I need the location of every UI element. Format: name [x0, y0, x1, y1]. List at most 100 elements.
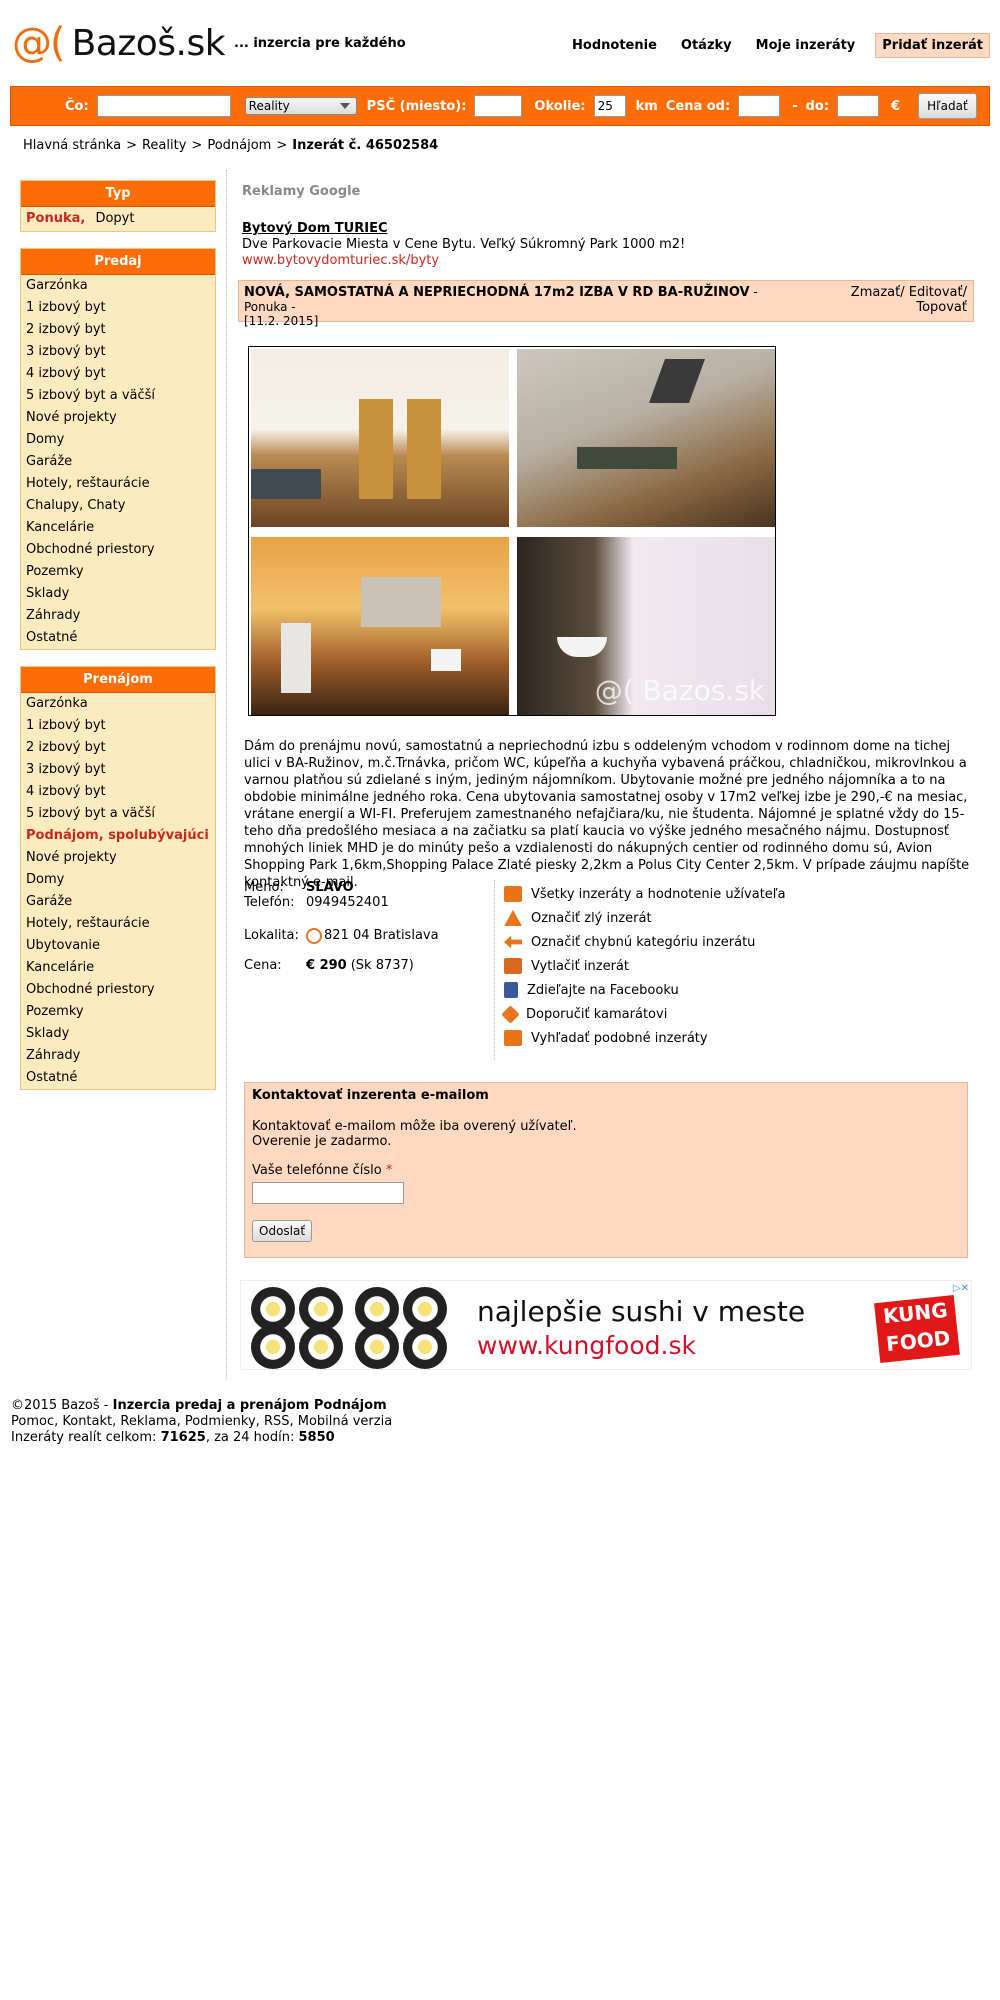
action-report-listing[interactable]: Označiť zlý inzerát: [504, 906, 786, 930]
delete-edit-link[interactable]: Zmazať/ Editovať/: [851, 285, 967, 300]
cabinet-shape: [361, 577, 441, 627]
category-select[interactable]: Reality: [244, 97, 357, 115]
breadcrumb-reality[interactable]: Reality: [142, 138, 186, 153]
ad-url-link[interactable]: www.bytovydomturiec.sk/byty: [242, 253, 972, 268]
sidebar-item-predaj[interactable]: Záhrady: [21, 605, 215, 627]
search-query-input[interactable]: [96, 95, 231, 117]
sidebar-item-predaj[interactable]: Ostatné: [21, 627, 215, 649]
meno-label: Meno:: [244, 880, 284, 895]
action-user-listings[interactable]: Všetky inzeráty a hodnotenie užívateľa: [504, 882, 786, 906]
topovat-link[interactable]: Topovať: [916, 300, 967, 315]
breadcrumb-separator: >: [191, 138, 203, 153]
price-from-input[interactable]: [738, 95, 781, 117]
sidebar-item-predaj[interactable]: Nové projekty: [21, 407, 215, 429]
site-tagline: ... inzercia pre každého: [234, 36, 406, 51]
do-label: do:: [805, 98, 830, 114]
sidebar-item-prenajom[interactable]: Nové projekty: [21, 847, 215, 869]
sidebar-item-prenajom[interactable]: Ostatné: [21, 1067, 215, 1089]
logo-text: Bazoš.sk: [71, 22, 226, 64]
sidebar-item-prenajom[interactable]: Garáže: [21, 891, 215, 913]
microwave-shape: [431, 649, 461, 671]
sidebar-item-predaj[interactable]: 2 izbový byt: [21, 319, 215, 341]
kungfood-banner-ad[interactable]: najlepšie sushi v meste www.kungfood.sk …: [240, 1280, 972, 1370]
search-button[interactable]: Hľadať: [918, 93, 977, 119]
sidebar-item-predaj[interactable]: Garzónka: [21, 275, 215, 297]
sidebar-item-prenajom[interactable]: 3 izbový byt: [21, 759, 215, 781]
sidebar-item-prenajom[interactable]: Garzónka: [21, 693, 215, 715]
sidebar-item-predaj[interactable]: 5 izbový byt a väčší: [21, 385, 215, 407]
sidebar-item-prenajom[interactable]: Záhrady: [21, 1045, 215, 1067]
sidebar-item-predaj[interactable]: Pozemky: [21, 561, 215, 583]
nav-moje-inzeraty[interactable]: Moje inzeráty: [756, 38, 856, 53]
action-similar-search[interactable]: Vyhľadať podobné inzeráty: [504, 1026, 786, 1050]
price-to-input[interactable]: [837, 95, 880, 117]
sushi-image: [299, 1325, 343, 1369]
nav-otazky[interactable]: Otázky: [681, 38, 732, 53]
sidebar-item-prenajom[interactable]: Domy: [21, 869, 215, 891]
sidebar-item-predaj[interactable]: Sklady: [21, 583, 215, 605]
sidebar-item-predaj[interactable]: Garáže: [21, 451, 215, 473]
breadcrumb-current: Inzerát č. 46502584: [292, 138, 439, 153]
listing-photo-1[interactable]: [251, 349, 509, 527]
listing-action-links: Všetky inzeráty a hodnotenie užívateľa O…: [501, 882, 786, 1050]
telefon-label: Telefón:: [244, 895, 295, 910]
sidebar-item-prenajom[interactable]: 2 izbový byt: [21, 737, 215, 759]
km-label: km: [635, 98, 658, 114]
action-wrong-category[interactable]: Označiť chybnú kategóriu inzerátu: [504, 930, 786, 954]
action-facebook-share[interactable]: Zdieľajte na Facebooku: [504, 978, 786, 1002]
psc-input[interactable]: [474, 95, 523, 117]
sidebar-item-prenajom[interactable]: Sklady: [21, 1023, 215, 1045]
banner-headline: najlepšie sushi v meste: [477, 1295, 806, 1328]
sidebar-item-prenajom[interactable]: Podnájom, spolubývajúci: [21, 825, 215, 847]
map-search-icon[interactable]: [306, 928, 322, 944]
sidebar: Typ Ponuka, Dopyt Predaj Garzónka 1 izbov…: [20, 180, 216, 1106]
co-label: Čo:: [65, 98, 89, 114]
action-print[interactable]: Vytlačiť inzerát: [504, 954, 786, 978]
sushi-image: [403, 1325, 447, 1369]
sidebar-item-predaj[interactable]: Domy: [21, 429, 215, 451]
breadcrumb-podnajom[interactable]: Podnájom: [207, 138, 271, 153]
sidebar-item-prenajom[interactable]: 1 izbový byt: [21, 715, 215, 737]
phone-number-input[interactable]: [252, 1182, 404, 1204]
sidebar-item-prenajom[interactable]: Ubytovanie: [21, 935, 215, 957]
site-logo[interactable]: @( Bazoš.sk: [12, 20, 226, 66]
breadcrumb-home[interactable]: Hlavná stránka: [23, 138, 121, 153]
listing-title: NOVÁ, SAMOSTATNÁ A NEPRIECHODNÁ 17m2 IZB…: [244, 285, 750, 300]
sidebar-item-prenajom[interactable]: Obchodné priestory: [21, 979, 215, 1001]
sidebar-item-predaj[interactable]: Kancelárie: [21, 517, 215, 539]
recommend-icon: [501, 1004, 520, 1024]
listing-photo-4[interactable]: @( Bazos.sk: [517, 537, 775, 715]
action-label: Označiť chybnú kategóriu inzerátu: [531, 934, 756, 950]
sidebar-item-predaj[interactable]: Hotely, reštaurácie: [21, 473, 215, 495]
sidebar-item-predaj[interactable]: 4 izbový byt: [21, 363, 215, 385]
action-recommend[interactable]: Doporučiť kamarátovi: [501, 1002, 786, 1026]
sidebar-item-predaj[interactable]: 1 izbový byt: [21, 297, 215, 319]
sidebar-item-predaj[interactable]: Chalupy, Chaty: [21, 495, 215, 517]
typ-ponuka-link[interactable]: Ponuka,: [26, 211, 85, 226]
required-marker: *: [385, 1163, 393, 1178]
nav-hodnotenie[interactable]: Hodnotenie: [572, 38, 657, 53]
send-button[interactable]: Odoslať: [252, 1220, 313, 1242]
sidebar-item-predaj[interactable]: 3 izbový byt: [21, 341, 215, 363]
okolie-label: Okolie:: [534, 98, 586, 114]
add-listing-button[interactable]: Pridať inzerát: [875, 33, 990, 58]
sidebar-typ-title: Typ: [21, 181, 215, 207]
sidebar-item-predaj[interactable]: Obchodné priestory: [21, 539, 215, 561]
typ-dopyt-link[interactable]: Dopyt: [95, 211, 134, 226]
price-dash: -: [792, 98, 798, 114]
footer-links[interactable]: Pomoc, Kontakt, Reklama, Podmienky, RSS,…: [11, 1414, 392, 1430]
okolie-input[interactable]: 25: [593, 95, 626, 117]
sidebar-item-prenajom[interactable]: Kancelárie: [21, 957, 215, 979]
listing-photo-3[interactable]: [251, 537, 509, 715]
ad-choices-icon[interactable]: ▷✕: [953, 1283, 969, 1294]
sidebar-item-prenajom[interactable]: Pozemky: [21, 1001, 215, 1023]
seller-name: SLAVO: [306, 880, 354, 895]
contact-form-title: Kontaktovať inzerenta e-mailom: [252, 1088, 489, 1103]
sidebar-item-prenajom[interactable]: Hotely, reštaurácie: [21, 913, 215, 935]
ad-title-link[interactable]: Bytový Dom TURIEC: [242, 221, 972, 236]
contact-info-line-1: Kontaktovať e-mailom môže iba overený už…: [252, 1119, 577, 1134]
action-label: Označiť zlý inzerát: [531, 910, 652, 926]
listing-photo-2[interactable]: [517, 349, 775, 527]
sidebar-item-prenajom[interactable]: 4 izbový byt: [21, 781, 215, 803]
sidebar-item-prenajom[interactable]: 5 izbový byt a väčší: [21, 803, 215, 825]
